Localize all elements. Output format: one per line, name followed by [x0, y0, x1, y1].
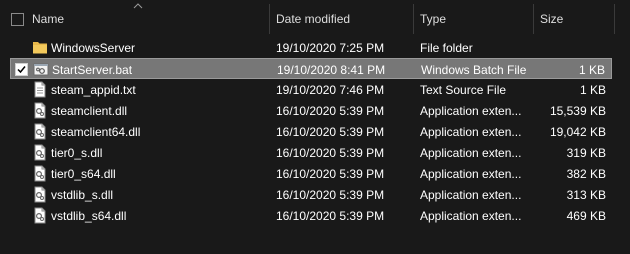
file-type: Application exten... [420, 146, 522, 160]
file-row[interactable]: StartServer.bat 19/10/2020 8:41 PM Windows… [10, 58, 612, 79]
file-type: Application exten... [420, 104, 522, 118]
dll-file-icon [32, 186, 48, 203]
file-name: StartServer.bat [52, 63, 133, 77]
file-name: steam_appid.txt [51, 83, 136, 97]
file-row[interactable]: WindowsServer 19/10/2020 7:25 PM File fold… [10, 37, 612, 58]
file-size: 19,042 KB [549, 125, 606, 139]
file-type: Windows Batch File [421, 63, 527, 77]
file-name: steamclient64.dll [51, 125, 141, 139]
dll-file-icon [32, 207, 48, 224]
file-date-modified: 19/10/2020 7:46 PM [276, 83, 385, 97]
file-date-modified: 19/10/2020 7:25 PM [276, 41, 385, 55]
file-date-modified: 16/10/2020 5:39 PM [276, 188, 385, 202]
file-name: vstdlib_s64.dll [51, 209, 127, 223]
column-divider[interactable] [269, 4, 270, 34]
file-size: 313 KB [566, 188, 606, 202]
file-type: File folder [420, 41, 473, 55]
file-size: 1 KB [578, 63, 605, 77]
column-divider[interactable] [533, 4, 534, 34]
select-all-checkbox[interactable] [11, 13, 24, 26]
file-row[interactable]: tier0_s64.dll 16/10/2020 5:39 PM Applicati… [10, 163, 612, 184]
folder-icon [32, 39, 48, 56]
file-row[interactable]: steamclient.dll 16/10/2020 5:39 PM Applica… [10, 100, 612, 121]
file-type: Application exten... [420, 167, 522, 181]
dll-file-icon [32, 102, 48, 119]
column-type-header[interactable]: Type [420, 12, 446, 26]
file-date-modified: 16/10/2020 5:39 PM [276, 167, 385, 181]
file-name: vstdlib_s.dll [51, 188, 114, 202]
file-type: Text Source File [420, 83, 507, 97]
file-date-modified: 19/10/2020 8:41 PM [277, 63, 386, 77]
file-date-modified: 16/10/2020 5:39 PM [276, 209, 385, 223]
column-date-header[interactable]: Date modified [276, 12, 350, 26]
file-row[interactable]: steam_appid.txt 19/10/2020 7:46 PM Text So… [10, 79, 612, 100]
column-divider[interactable] [614, 4, 615, 34]
file-date-modified: 16/10/2020 5:39 PM [276, 125, 385, 139]
file-date-modified: 16/10/2020 5:39 PM [276, 104, 385, 118]
file-type: Application exten... [420, 188, 522, 202]
text-file-icon [32, 81, 48, 98]
file-type: Application exten... [420, 209, 522, 223]
column-divider[interactable] [413, 4, 414, 34]
column-size-header[interactable]: Size [540, 12, 563, 26]
file-size: 469 KB [566, 209, 606, 223]
file-row[interactable]: steamclient64.dll 16/10/2020 5:39 PM Appli… [10, 121, 612, 142]
file-row[interactable]: vstdlib_s.dll 16/10/2020 5:39 PM Applicati… [10, 184, 612, 205]
file-name: tier0_s64.dll [51, 167, 116, 181]
file-row[interactable]: tier0_s.dll 16/10/2020 5:39 PM Application… [10, 142, 612, 163]
file-name: WindowsServer [51, 41, 136, 55]
file-date-modified: 16/10/2020 5:39 PM [276, 146, 385, 160]
checkmark-icon [17, 66, 26, 74]
file-size: 1 KB [579, 83, 606, 97]
file-size: 319 KB [566, 146, 606, 160]
dll-file-icon [32, 144, 48, 161]
dll-file-icon [32, 123, 48, 140]
file-name: steamclient.dll [51, 104, 128, 118]
file-size: 15,539 KB [549, 104, 606, 118]
file-size: 382 KB [566, 167, 606, 181]
batch-file-icon [33, 61, 49, 78]
column-header: Name Date modified Type Size [0, 0, 630, 36]
column-name-header[interactable]: Name [32, 12, 64, 26]
dll-file-icon [32, 165, 48, 182]
row-checkbox[interactable] [15, 63, 28, 76]
file-type: Application exten... [420, 125, 522, 139]
sort-ascending-icon[interactable] [133, 3, 143, 9]
file-row[interactable]: vstdlib_s64.dll 16/10/2020 5:39 PM Applica… [10, 205, 612, 226]
file-name: tier0_s.dll [51, 146, 103, 160]
